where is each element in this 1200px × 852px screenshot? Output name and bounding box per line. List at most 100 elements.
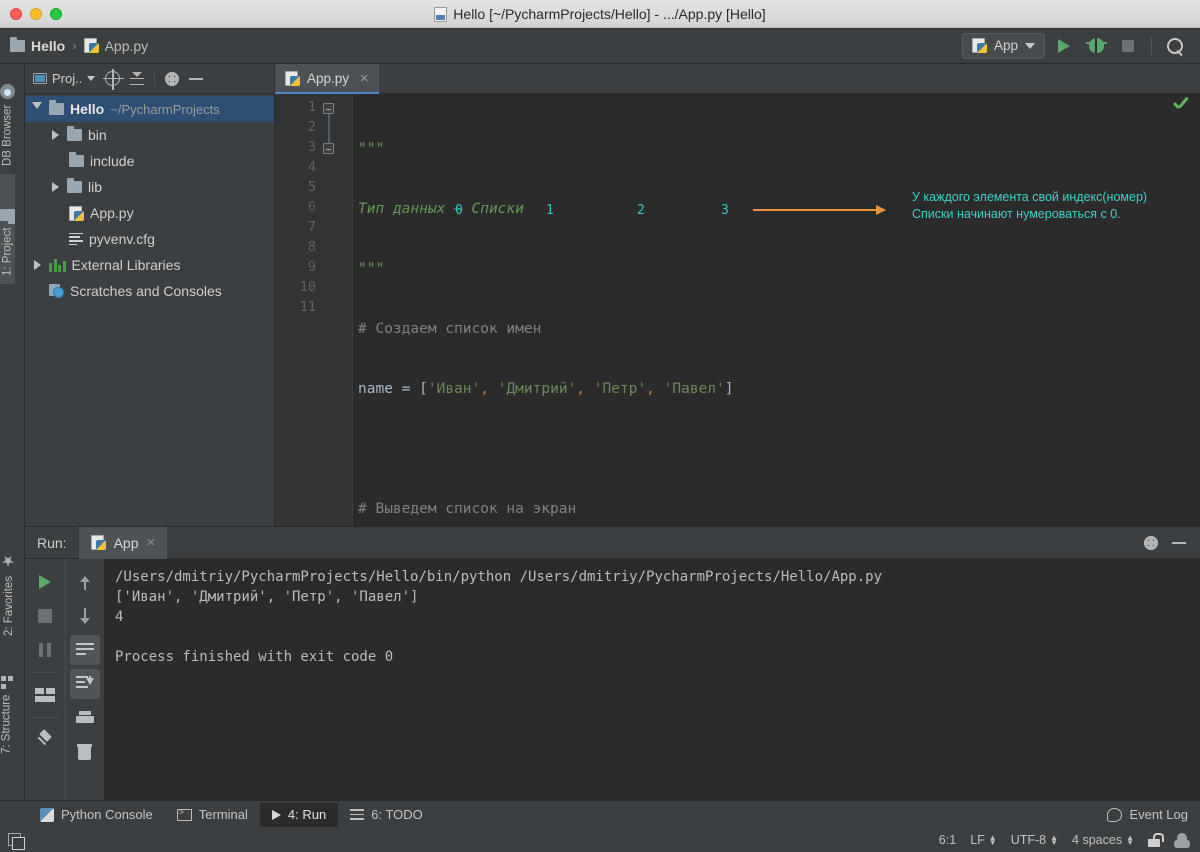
scroll-to-end-button[interactable]: [69, 669, 100, 699]
layout-button[interactable]: [30, 680, 60, 710]
lock-icon[interactable]: [1148, 833, 1164, 847]
close-icon[interactable]: ×: [147, 534, 156, 551]
line-number: 8: [307, 239, 316, 255]
tree-item-path: ~/PycharmProjects: [110, 101, 220, 117]
left-toolwindow-strip-bottom: 2: Favorites ★ 7: Structure: [0, 526, 25, 826]
run-console-output[interactable]: /Users/dmitriy/PycharmProjects/Hello/bin…: [105, 559, 1200, 800]
sidebar-tab-structure[interactable]: 7: Structure: [0, 644, 13, 762]
maximize-window-button[interactable]: [50, 7, 62, 20]
fold-marker-start[interactable]: [323, 103, 337, 117]
tree-item-hello[interactable]: Hello ~/PycharmProjects: [25, 96, 274, 122]
status-bar-left: [0, 832, 25, 850]
chevron-right-icon[interactable]: [31, 257, 43, 273]
sidebar-tab-db-browser[interactable]: DB Browser: [0, 64, 15, 174]
rerun-button[interactable]: [30, 567, 60, 597]
tree-item-pyvenv-cfg[interactable]: pyvenv.cfg: [25, 226, 274, 252]
library-icon: [49, 258, 66, 272]
encoding-selector[interactable]: UTF-8 ▲ ▼: [1011, 833, 1058, 847]
close-window-button[interactable]: [10, 7, 22, 20]
line-separator-selector[interactable]: LF ▲ ▼: [970, 833, 997, 847]
spinner-icon: ▲ ▼: [1050, 833, 1059, 847]
stack-icon[interactable]: [8, 832, 25, 850]
tree-item-label: External Libraries: [71, 257, 181, 273]
breadcrumb-item-apppy[interactable]: App.py: [83, 38, 148, 54]
up-button[interactable]: [70, 567, 100, 597]
collapse-all-icon[interactable]: [130, 71, 145, 86]
bottom-tab-run[interactable]: 4: Run: [259, 802, 339, 827]
tree-item-external-libraries[interactable]: External Libraries: [25, 252, 274, 278]
event-log-button[interactable]: Event Log: [1107, 807, 1200, 822]
pause-button[interactable]: [30, 635, 60, 665]
clear-all-button[interactable]: [70, 737, 100, 767]
navigation-toolbar: Hello › App.py App: [0, 28, 1200, 64]
run-tab-app[interactable]: App ×: [78, 526, 168, 559]
code-token: # Выведем список на экран: [358, 501, 577, 517]
code-token: ,: [646, 381, 655, 397]
stop-button[interactable]: [30, 601, 60, 631]
chevron-down-icon: [1025, 42, 1035, 49]
index-marker-2: 2: [637, 203, 645, 218]
indent-selector[interactable]: 4 spaces ▲ ▼: [1072, 833, 1134, 847]
tree-item-include[interactable]: include: [25, 148, 274, 174]
code-token: ]: [724, 381, 734, 397]
tree-item-bin[interactable]: bin: [25, 122, 274, 148]
run-configuration-selector[interactable]: App: [961, 32, 1045, 59]
close-icon[interactable]: ×: [360, 70, 369, 87]
code-editor[interactable]: 1 2 3 4 5 6 7 8 9 10 11 """ Тип данных —…: [275, 94, 1200, 526]
run-button[interactable]: [1051, 33, 1077, 59]
code-token: 'Павел': [663, 381, 725, 397]
bottom-tab-label: 6: TODO: [371, 807, 423, 822]
code-text[interactable]: """ Тип данных — Списки """ # Создаем сп…: [353, 94, 1200, 526]
window-icon: [33, 73, 47, 84]
run-panel-header: Run: App ×: [25, 526, 1200, 559]
chevron-right-icon[interactable]: [49, 127, 61, 143]
minimize-window-button[interactable]: [30, 7, 42, 20]
breadcrumb-item-hello[interactable]: Hello: [10, 36, 66, 54]
code-token: """: [358, 141, 385, 157]
breadcrumb-separator: ›: [72, 38, 77, 53]
avatar-icon[interactable]: [1174, 832, 1190, 848]
chevron-down-icon[interactable]: [31, 101, 43, 117]
soft-wrap-button[interactable]: [69, 635, 100, 665]
python-file-icon: [69, 205, 84, 221]
tree-item-scratches-and-consoles[interactable]: Scratches and Consoles: [25, 278, 274, 304]
trash-icon: [77, 744, 93, 760]
code-token: Тип данных — Списки: [358, 201, 524, 217]
sidebar-tab-favorites[interactable]: 2: Favorites ★: [0, 526, 18, 644]
minimize-icon[interactable]: [1172, 541, 1186, 544]
bottom-tab-python-console[interactable]: Python Console: [28, 803, 165, 827]
locate-icon[interactable]: [103, 69, 125, 90]
gear-icon[interactable]: [165, 71, 180, 86]
bottom-tab-terminal[interactable]: Terminal: [165, 803, 260, 827]
tree-item-label: bin: [88, 127, 107, 143]
stop-button[interactable]: [1115, 33, 1141, 59]
tree-item-app-py[interactable]: App.py: [25, 200, 274, 226]
caret-position[interactable]: 6:1: [939, 833, 956, 847]
python-config-icon: [971, 38, 987, 53]
chevron-right-icon[interactable]: [49, 179, 61, 195]
pin-button[interactable]: [30, 725, 60, 755]
fold-marker-end[interactable]: [323, 143, 337, 157]
down-button[interactable]: [70, 601, 100, 631]
breadcrumb-label: Hello: [31, 37, 66, 54]
gear-icon[interactable]: [1144, 535, 1158, 550]
print-button[interactable]: [70, 703, 100, 733]
search-button[interactable]: [1162, 33, 1188, 59]
python-file-icon: [285, 70, 300, 86]
project-panel-title[interactable]: Proj..: [33, 71, 96, 86]
tree-item-lib[interactable]: lib: [25, 174, 274, 200]
run-panel-toolbar: [25, 559, 105, 800]
debug-button[interactable]: [1083, 33, 1109, 59]
editor-gutter[interactable]: 1 2 3 4 5 6 7 8 9 10 11: [275, 94, 353, 526]
ok-check-icon[interactable]: [1172, 97, 1190, 115]
editor-tab-app-py[interactable]: App.py ×: [275, 64, 379, 94]
play-icon: [38, 575, 51, 589]
sidebar-tab-project[interactable]: 1: Project: [0, 174, 15, 284]
code-token: ,: [480, 381, 489, 397]
code-line-4: # Создаем список имен: [358, 319, 1200, 339]
stop-icon: [37, 609, 52, 623]
toolbar-divider: [31, 672, 58, 673]
minimize-icon[interactable]: [189, 77, 204, 80]
window-title: Hello [~/PycharmProjects/Hello] - .../Ap…: [0, 0, 1200, 28]
bottom-tab-todo[interactable]: 6: TODO: [338, 803, 435, 827]
